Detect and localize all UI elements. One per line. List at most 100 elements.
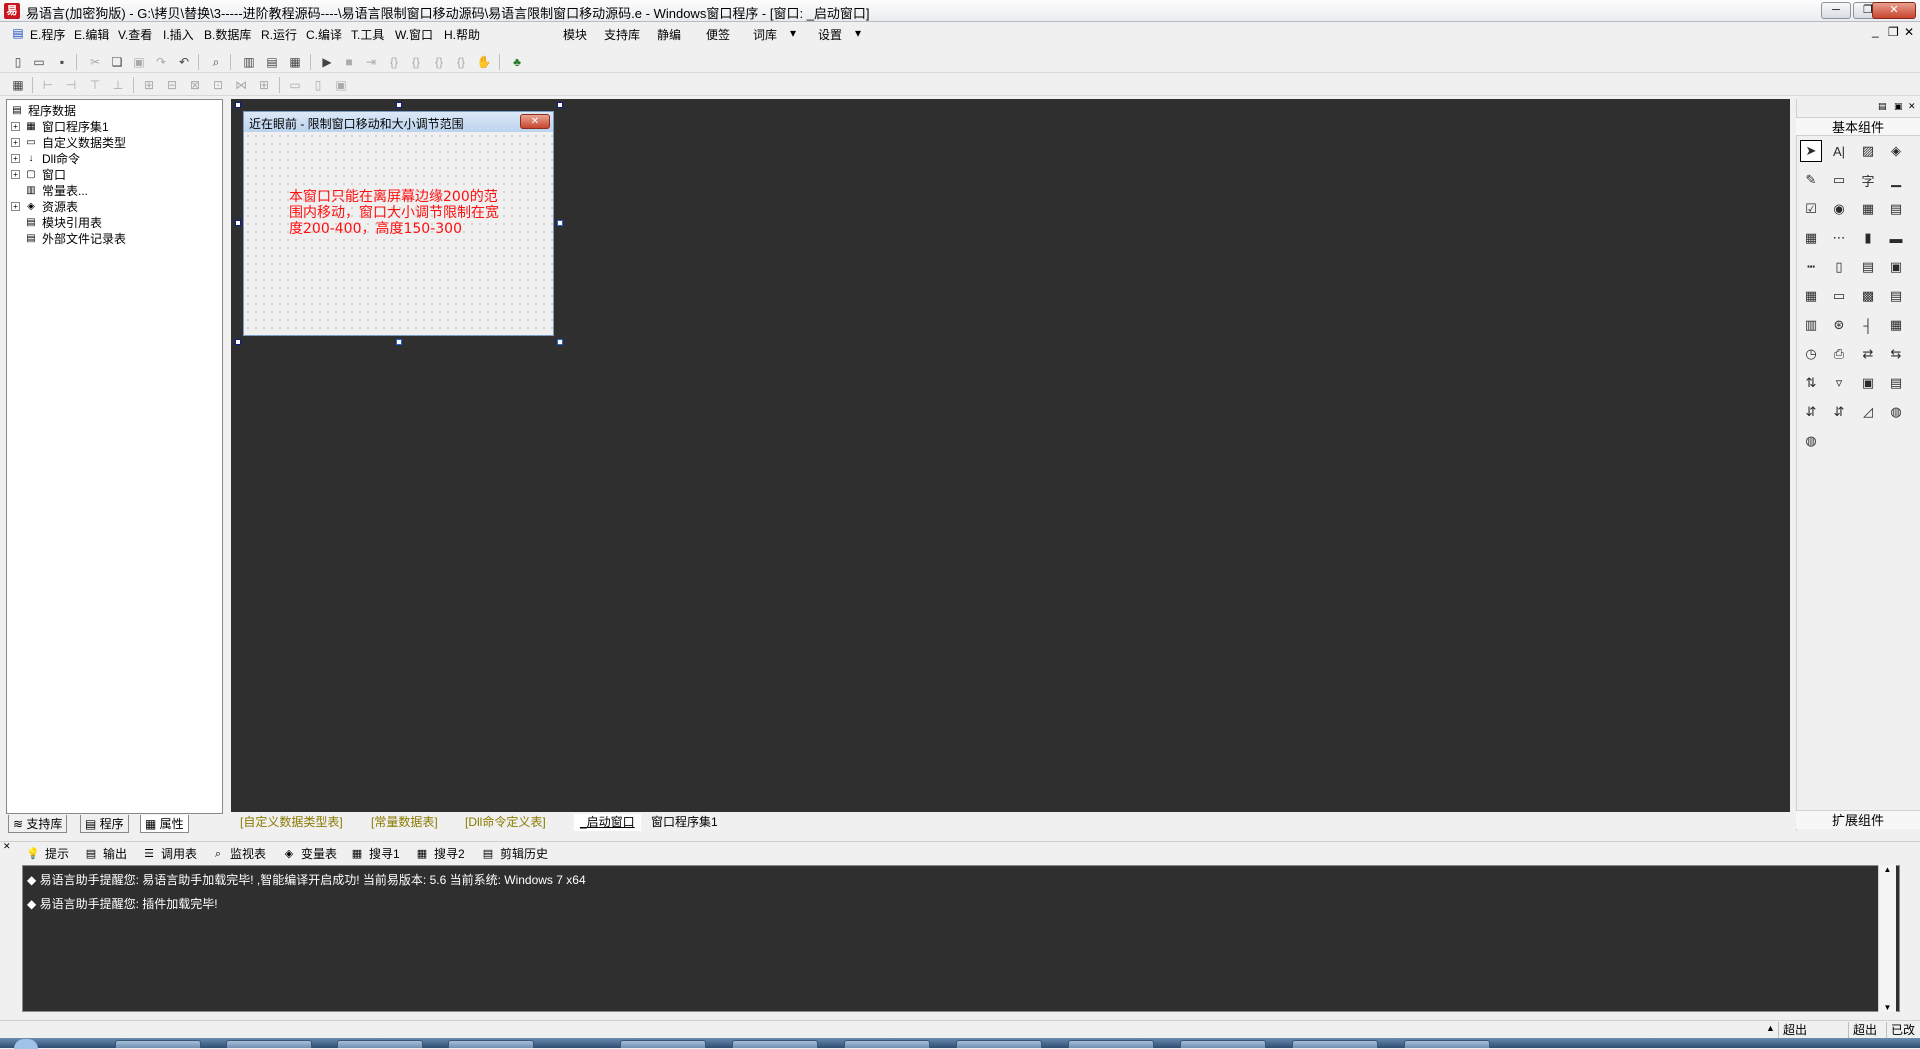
space-v-icon[interactable]: ⊡ [210,77,226,93]
tab-watch[interactable]: ⌕ 监视表 [211,845,266,863]
tab-custom-types[interactable]: [自定义数据类型表] [234,814,349,831]
distribute-h-icon[interactable]: ⋈ [233,77,249,93]
resize-handle-e[interactable] [557,220,563,226]
basic-components-header[interactable]: 基本组件 [1796,117,1920,136]
component-tool-icon[interactable]: ▮ [1857,227,1879,249]
menu-lexicon[interactable]: 词库 [753,26,777,43]
resize-handle-w[interactable] [235,220,241,226]
expand-icon[interactable]: + [11,153,20,163]
component-tool-icon[interactable]: ◍ [1885,401,1907,423]
designed-window-client[interactable]: 本窗口只能在离屏幕边缘200的范围内移动，窗口大小调节限制在宽度200-400，… [244,132,553,335]
menu-help[interactable]: H.帮助 [444,26,480,43]
menu-insert[interactable]: I.插入 [163,26,194,43]
breakpoint-icon[interactable]: {} [453,54,469,70]
component-tool-icon[interactable]: ⇅ [1800,372,1822,394]
chevron-down-icon[interactable]: ▾ [790,26,796,40]
menu-edit[interactable]: E.编辑 [74,26,109,43]
component-tool-icon[interactable]: ┤ [1857,314,1879,336]
center-v-icon[interactable]: ⊟ [164,77,180,93]
tab-support-lib[interactable]: ≋ 支持库 [8,815,68,833]
tab-dll-commands[interactable]: [Dll命令定义表] [459,814,552,831]
tab-call-stack[interactable]: ☰ 调用表 [142,845,197,863]
layout-1-icon[interactable]: ▥ [241,54,257,70]
menu-view[interactable]: V.查看 [118,26,152,43]
menu-settings[interactable]: 设置 [818,26,842,43]
taskbar-button[interactable] [956,1040,1042,1048]
resize-handle-nw[interactable] [235,102,241,108]
tree-item-root[interactable]: ▤ 程序数据 [10,102,76,118]
assistant-icon[interactable]: ♣ [509,54,525,70]
component-tool-icon[interactable]: A| [1828,140,1850,162]
panel-close-icon[interactable]: ✕ [1908,101,1916,112]
tab-startup-window[interactable]: _启动窗口 [574,814,641,831]
component-tool-icon[interactable]: ▤ [1857,256,1879,278]
layout-2-icon[interactable]: ▤ [264,54,280,70]
component-tool-icon[interactable]: ▦ [1800,227,1822,249]
resize-handle-s[interactable] [396,339,402,345]
open-folder-icon[interactable]: ▭ [31,54,47,70]
tree-item-constants[interactable]: ▥ 常量表... [24,182,88,198]
menu-tools[interactable]: T.工具 [351,26,384,43]
menu-window[interactable]: W.窗口 [395,26,433,43]
expand-icon[interactable]: + [11,201,20,211]
component-tool-icon[interactable]: ▭ [1828,285,1850,307]
expand-icon[interactable]: + [11,121,20,131]
panel-close-icon[interactable]: ✕ [3,841,11,852]
component-tool-icon[interactable]: ▬ [1885,227,1907,249]
component-tool-icon[interactable]: ▿ [1828,372,1850,394]
component-tool-icon[interactable]: ▨ [1857,140,1879,162]
scroll-up-icon[interactable]: ▲ [1879,865,1896,874]
step-over-icon[interactable]: ⇥ [363,54,379,70]
component-tool-icon[interactable]: ⊛ [1828,314,1850,336]
component-tool-icon[interactable]: ┅ [1800,256,1822,278]
component-tool-icon[interactable]: ⇵ [1800,401,1822,423]
menu-module[interactable]: 模块 [563,26,587,43]
panel-restore-icon[interactable]: ▣ [1894,101,1903,112]
tree-item-external-files[interactable]: ▤ 外部文件记录表 [24,230,126,246]
expand-icon[interactable]: + [11,169,20,179]
component-tool-icon[interactable]: ⇄ [1857,343,1879,365]
stop-icon[interactable]: ■ [341,54,357,70]
align-top-icon[interactable]: ⊤ [87,77,103,93]
taskbar-button[interactable] [1404,1040,1490,1048]
component-tool-icon[interactable]: ◈ [1885,140,1907,162]
close-window-button[interactable]: ✕ [1872,2,1916,19]
component-tool-icon[interactable]: ◍ [1800,430,1822,452]
component-tool-icon[interactable]: ✎ [1800,169,1822,191]
new-file-icon[interactable]: ▯ [10,54,26,70]
grid-icon[interactable]: ▦ [10,77,26,93]
layout-3-icon[interactable]: ▦ [287,54,303,70]
component-tool-icon[interactable]: ▣ [1885,256,1907,278]
panel-pin-icon[interactable]: ▤ [1878,101,1887,112]
tab-search-2[interactable]: ▦ 搜寻2 [415,845,465,863]
save-icon[interactable]: ▪ [54,54,70,70]
menu-notes[interactable]: 便签 [706,26,730,43]
component-tool-icon[interactable]: ⇆ [1885,343,1907,365]
taskbar-button[interactable] [1292,1040,1378,1048]
tab-properties[interactable]: ▦ 属性 [140,815,189,833]
taskbar-button[interactable] [115,1040,201,1048]
hand-icon[interactable]: ✋ [476,54,492,70]
tab-search-1[interactable]: ▦ 搜寻1 [350,845,400,863]
align-left-icon[interactable]: ⊢ [40,77,56,93]
component-tool-icon[interactable]: ▤ [1885,372,1907,394]
tree-item-class[interactable]: + ▦ 窗口程序集1 [11,118,109,134]
run-icon[interactable]: ▶ [319,54,335,70]
same-height-icon[interactable]: ▯ [310,77,326,93]
menu-compile[interactable]: C.编译 [306,26,342,43]
chevron-down-icon[interactable]: ▾ [855,26,861,40]
component-tool-icon[interactable]: ▯ [1828,256,1850,278]
info-label[interactable]: 本窗口只能在离屏幕边缘200的范围内移动，窗口大小调节限制在宽度200-400，… [289,189,499,237]
tab-variables[interactable]: ◈ 变量表 [282,845,337,863]
extended-components-header[interactable]: 扩展组件 [1796,810,1920,829]
component-tool-icon[interactable]: ▁ [1885,169,1907,191]
scroll-down-icon[interactable]: ▼ [1879,1003,1896,1012]
component-tool-icon[interactable]: ➤ [1800,140,1822,162]
mdi-close-icon[interactable]: ✕ [1904,25,1914,39]
output-log[interactable]: ◆ 易语言助手提醒您: 易语言助手加载完毕! ,智能编译开启成功! 当前易版本:… [22,865,1900,1012]
copy-icon[interactable]: ❏ [109,54,125,70]
tree-item-window[interactable]: + ▢ 窗口 [11,166,66,182]
undo-icon[interactable]: ↶ [176,54,192,70]
up-arrow-icon[interactable]: ▲ [1766,1023,1775,1033]
component-tool-icon[interactable]: ▦ [1800,285,1822,307]
